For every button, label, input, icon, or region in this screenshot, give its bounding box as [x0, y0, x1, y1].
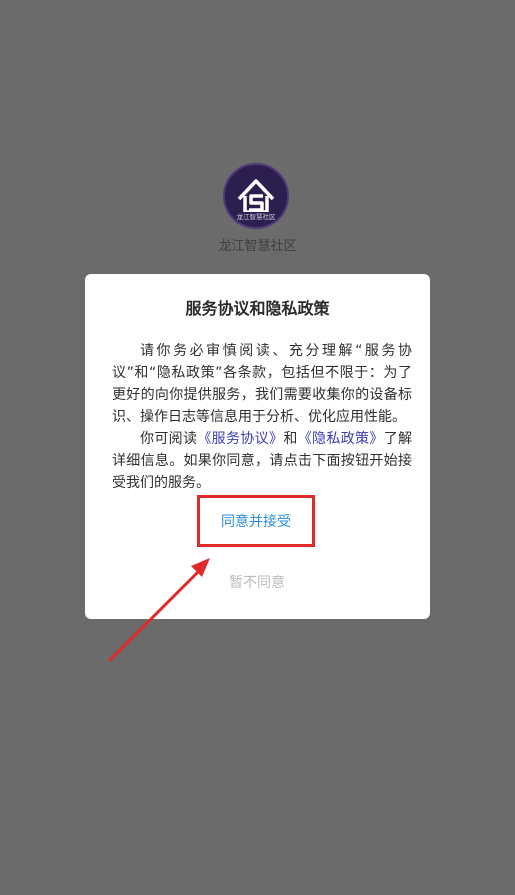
- decline-button[interactable]: 暂不同意: [207, 567, 307, 597]
- dialog-body: 请你务必审慎阅读、充分理解“服务协议”和“隐私政策”各条款，包括但不限于：为了更…: [112, 340, 412, 494]
- paragraph-1: 请你务必审慎阅读、充分理解“服务协议”和“隐私政策”各条款，包括但不限于：为了更…: [112, 343, 412, 425]
- paragraph-2: 你可阅读《服务协议》和《隐私政策》了解详细信息。如果你同意，请点击下面按钮开始接…: [112, 428, 412, 494]
- service-agreement-link[interactable]: 《服务协议》: [197, 431, 283, 447]
- p2-and: 和: [283, 431, 298, 447]
- p2-prefix: 你可阅读: [140, 431, 198, 447]
- dialog-title: 服务协议和隐私政策: [185, 299, 330, 318]
- accept-button[interactable]: 同意并接受: [197, 495, 315, 547]
- privacy-dialog: 服务协议和隐私政策 请你务必审慎阅读、充分理解“服务协议”和“隐私政策”各条款，…: [85, 274, 430, 619]
- privacy-policy-link[interactable]: 《隐私政策》: [298, 431, 384, 447]
- house-icon: 龙江智慧社区: [231, 179, 281, 221]
- app-name: 龙江智慧社区: [218, 239, 297, 254]
- app-logo: 龙江智慧社区: [223, 163, 289, 229]
- logo-text: 龙江智慧社区: [237, 212, 277, 221]
